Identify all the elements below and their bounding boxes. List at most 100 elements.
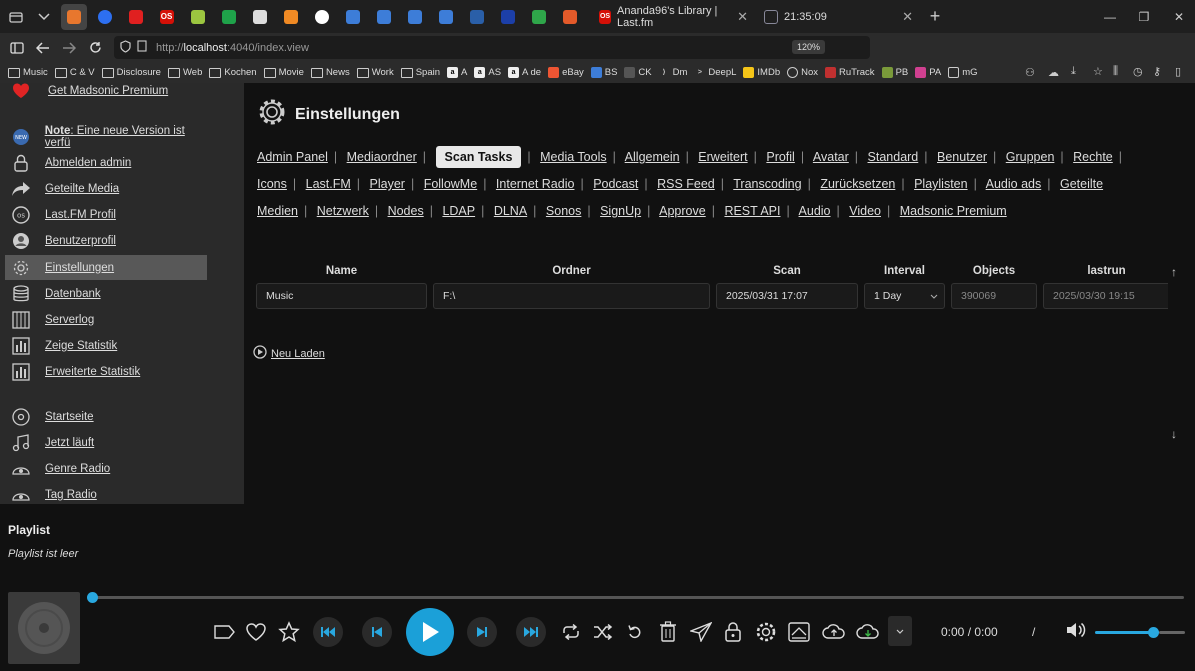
reload-button[interactable]: Neu Laden (253, 345, 325, 362)
bookmark-folder[interactable]: Work (356, 67, 394, 78)
forward-icon[interactable] (56, 35, 82, 61)
tab-madsonic-premium[interactable]: Madsonic Premium (900, 204, 1007, 218)
tab-nodes[interactable]: Nodes (388, 204, 424, 218)
pinned-tab-youtube[interactable] (123, 4, 149, 30)
pinned-tab[interactable] (185, 4, 211, 30)
heart-icon[interactable] (243, 619, 269, 645)
save-playlist-icon[interactable] (786, 619, 812, 645)
tab-avatar[interactable]: Avatar (813, 150, 849, 164)
bookmark-link[interactable]: ⟩ Dm (659, 67, 688, 78)
scroll-up-arrow-icon[interactable]: ↑ (1171, 265, 1177, 279)
pinned-tab[interactable] (371, 4, 397, 30)
sidebar-item-serverlog[interactable]: Serverlog (10, 307, 212, 332)
pinned-tab[interactable] (495, 4, 521, 30)
tab-followme[interactable]: FollowMe (424, 177, 478, 191)
next-track-icon[interactable] (467, 617, 497, 647)
address-bar[interactable]: http://localhost:4040/index.view (114, 36, 870, 59)
volume-track[interactable] (1159, 631, 1185, 634)
sidebar-icon[interactable]: ▯ (1175, 65, 1181, 78)
tab-rest-api[interactable]: REST API (724, 204, 780, 218)
interval-select[interactable]: 1 Day (864, 283, 945, 309)
previous-track-icon[interactable] (362, 617, 392, 647)
lock-icon[interactable] (720, 619, 746, 645)
tab-dlna[interactable]: DLNA (494, 204, 527, 218)
tab-geteilte-medien[interactable]: Geteilte (1060, 177, 1103, 191)
minimize-icon[interactable]: — (1091, 0, 1129, 33)
pinned-tab[interactable] (92, 4, 118, 30)
library-icon[interactable]: ⫼ (1113, 65, 1118, 78)
pinned-tab-google[interactable] (309, 4, 335, 30)
bookmark-folder[interactable]: Disclosure (101, 67, 161, 78)
tab-clock[interactable]: 21:35:09 ✕ (756, 3, 921, 31)
tab-media-tools[interactable]: Media Tools (540, 150, 606, 164)
folder-input[interactable]: F:\ (433, 283, 710, 309)
history-icon[interactable]: ◷ (1133, 65, 1143, 78)
sidebar-item-logout[interactable]: Abmelden admin (10, 150, 212, 175)
pinned-tab[interactable] (340, 4, 366, 30)
zoom-level-badge[interactable]: 120% (792, 40, 826, 54)
tab-benutzer[interactable]: Benutzer (937, 150, 987, 164)
pinned-tab-madsonic[interactable] (60, 3, 87, 30)
tab-lastfm-library[interactable]: OS Ananda96's Library | Last.fm ✕ (591, 3, 756, 31)
volume-slider[interactable] (1095, 627, 1159, 638)
close-window-icon[interactable]: ✕ (1160, 0, 1195, 33)
tag-icon[interactable] (211, 619, 237, 645)
tab-scan-tasks[interactable]: Scan Tasks (435, 146, 522, 168)
pinned-tab[interactable] (433, 4, 459, 30)
tab-audio-ads[interactable]: Audio ads (986, 177, 1042, 191)
bookmark-link[interactable]: aA de (508, 67, 541, 78)
sidebar-item-genre-radio[interactable]: Genre Radio (10, 456, 212, 481)
tab-transcoding[interactable]: Transcoding (733, 177, 801, 191)
bookmark-folder[interactable]: C & V (54, 67, 95, 78)
get-premium-link[interactable]: Get Madsonic Premium (48, 85, 168, 97)
tab-lastfm[interactable]: Last.FM (306, 177, 351, 191)
bookmark-link[interactable]: aA (447, 67, 467, 78)
more-options-select[interactable] (888, 616, 912, 646)
play-button[interactable] (406, 608, 454, 656)
tab-playlisten[interactable]: Playlisten (914, 177, 968, 191)
tab-approve[interactable]: Approve (659, 204, 706, 218)
close-tab-icon[interactable]: ✕ (902, 9, 913, 25)
reload-icon[interactable] (82, 35, 108, 61)
tab-erweitert[interactable]: Erweitert (698, 150, 747, 164)
sidebar-item-settings[interactable]: Einstellungen (5, 255, 207, 280)
bookmark-folder[interactable]: Kochen (209, 67, 257, 78)
account-icon[interactable]: ⚇ (1025, 66, 1035, 79)
bookmark-link[interactable]: RuTrack (825, 67, 875, 78)
fast-forward-icon[interactable] (516, 617, 546, 647)
undo-icon[interactable] (622, 619, 648, 645)
bookmark-link[interactable]: PB (881, 67, 908, 78)
sidebar-item-statistics[interactable]: Zeige Statistik (10, 333, 212, 358)
bookmark-link[interactable]: IMDb (743, 67, 780, 78)
pinned-tab[interactable] (278, 4, 304, 30)
pinned-tab-lastfm[interactable]: OS (154, 4, 180, 30)
cloud-download-icon[interactable] (855, 619, 881, 645)
sidebar-item-database[interactable]: Datenbank (10, 281, 212, 306)
volume-icon[interactable] (1066, 622, 1086, 643)
sidebar-item-note[interactable]: NEW Note: Eine neue Version ist verfü (10, 124, 212, 149)
key-icon[interactable]: ⚷ (1153, 65, 1161, 78)
repeat-icon[interactable] (558, 619, 584, 645)
pinned-tab[interactable] (464, 4, 490, 30)
rewind-icon[interactable] (313, 617, 343, 647)
tab-gruppen[interactable]: Gruppen (1006, 150, 1055, 164)
tab-medien[interactable]: Medien (257, 204, 298, 218)
tab-rss-feed[interactable]: RSS Feed (657, 177, 715, 191)
bookmark-link[interactable]: mG (948, 67, 978, 78)
bookmark-folder[interactable]: Movie (263, 67, 304, 78)
cloud-upload-icon[interactable] (821, 619, 847, 645)
tab-profil[interactable]: Profil (766, 150, 794, 164)
bookmark-link[interactable]: Nox (787, 67, 818, 78)
shuffle-icon[interactable] (590, 619, 616, 645)
tab-mediaordner[interactable]: Mediaordner (347, 150, 417, 164)
scroll-down-arrow-icon[interactable]: ↓ (1171, 427, 1177, 441)
bookmark-folder[interactable]: Spain (400, 67, 440, 78)
tab-overview-icon[interactable] (2, 3, 30, 31)
scan-datetime-input[interactable]: 2025/03/31 17:07 (716, 283, 858, 309)
volume-knob[interactable] (1148, 627, 1159, 638)
close-tab-icon[interactable]: ✕ (737, 9, 748, 25)
pinned-tab[interactable] (247, 4, 273, 30)
tab-ldap[interactable]: LDAP (442, 204, 475, 218)
tab-zuruecksetzen[interactable]: Zurücksetzen (820, 177, 895, 191)
bookmark-link[interactable]: CK (624, 67, 652, 78)
